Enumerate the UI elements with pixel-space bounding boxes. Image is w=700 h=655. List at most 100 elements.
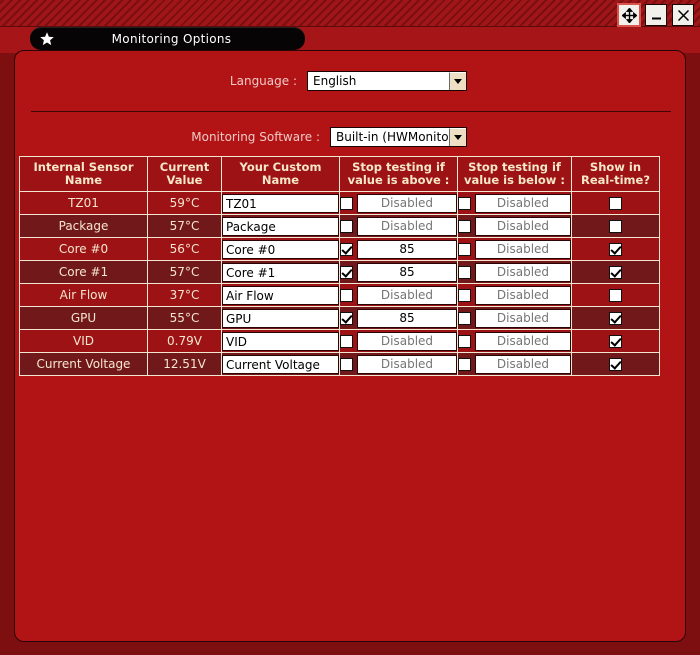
show-realtime-checkbox[interactable] (609, 219, 622, 233)
stop-below-input[interactable] (475, 239, 571, 259)
stop-above-cell (339, 237, 458, 261)
current-value-cell: 57°C (147, 214, 222, 238)
stop-above-cell (339, 283, 458, 307)
col-stop-above: Stop testing if value is above : (339, 156, 458, 192)
stop-below-checkbox[interactable] (458, 242, 471, 256)
stop-below-cell (457, 260, 572, 284)
show-realtime-cell (571, 352, 660, 376)
chevron-down-icon[interactable] (449, 72, 466, 90)
sensor-name-cell: Core #0 (19, 237, 148, 261)
custom-name-cell (221, 260, 340, 284)
show-realtime-cell (571, 306, 660, 330)
stop-above-checkbox[interactable] (340, 242, 353, 256)
stop-above-checkbox[interactable] (340, 219, 353, 233)
custom-name-input[interactable] (222, 332, 339, 352)
monitoring-software-dropdown[interactable]: Built-in (HWMonitor) (330, 127, 467, 147)
stop-below-checkbox[interactable] (458, 334, 471, 348)
move-icon (621, 7, 637, 23)
stop-above-checkbox[interactable] (340, 288, 353, 302)
custom-name-input[interactable] (222, 217, 339, 237)
table-row: VID 0.79V (19, 329, 660, 353)
monitoring-software-value: Built-in (HWMonitor) (336, 130, 449, 144)
stop-above-checkbox[interactable] (340, 334, 353, 348)
custom-name-cell (221, 306, 340, 330)
stop-below-checkbox[interactable] (458, 196, 471, 210)
monitoring-software-row: Monitoring Software : Built-in (HWMonito… (15, 127, 467, 147)
stop-below-cell (457, 329, 572, 353)
show-realtime-checkbox[interactable] (609, 334, 622, 348)
stop-above-checkbox[interactable] (340, 311, 353, 325)
stop-above-input[interactable] (357, 216, 457, 236)
show-realtime-checkbox[interactable] (609, 357, 622, 371)
stop-below-input[interactable] (475, 331, 571, 351)
close-button[interactable] (672, 4, 694, 26)
stop-above-input[interactable] (357, 193, 457, 213)
close-icon (676, 8, 691, 23)
stop-below-checkbox[interactable] (458, 265, 471, 279)
show-realtime-checkbox[interactable] (609, 288, 622, 302)
current-value-cell: 56°C (147, 237, 222, 261)
current-value-cell: 57°C (147, 260, 222, 284)
stop-below-cell (457, 214, 572, 238)
monitoring-software-label: Monitoring Software : (191, 130, 320, 144)
stop-below-checkbox[interactable] (458, 357, 471, 371)
move-button[interactable] (617, 3, 641, 27)
stop-below-input[interactable] (475, 216, 571, 236)
custom-name-cell (221, 237, 340, 261)
stop-above-cell (339, 352, 458, 376)
stop-above-cell (339, 260, 458, 284)
show-realtime-cell (571, 191, 660, 215)
minimize-icon (649, 8, 664, 23)
stop-above-input[interactable] (357, 262, 457, 282)
star-icon (34, 31, 60, 47)
stop-below-checkbox[interactable] (458, 311, 471, 325)
minimize-button[interactable] (645, 4, 667, 26)
custom-name-input[interactable] (222, 355, 339, 375)
custom-name-input[interactable] (222, 309, 339, 329)
custom-name-input[interactable] (222, 263, 339, 283)
show-realtime-checkbox[interactable] (609, 311, 622, 325)
stop-above-input[interactable] (357, 308, 457, 328)
table-row: Core #0 56°C (19, 237, 660, 261)
title-bar (0, 0, 700, 27)
custom-name-input[interactable] (222, 240, 339, 260)
custom-name-input[interactable] (222, 286, 339, 306)
sensor-name-cell: Core #1 (19, 260, 148, 284)
col-show-realtime: Show in Real-time? (571, 156, 660, 192)
stop-above-checkbox[interactable] (340, 265, 353, 279)
stop-above-cell (339, 329, 458, 353)
show-realtime-cell (571, 329, 660, 353)
stop-below-checkbox[interactable] (458, 219, 471, 233)
show-realtime-checkbox[interactable] (609, 196, 622, 210)
stop-below-input[interactable] (475, 262, 571, 282)
stop-above-cell (339, 306, 458, 330)
stop-below-input[interactable] (475, 285, 571, 305)
stop-above-input[interactable] (357, 239, 457, 259)
sensor-name-cell: TZ01 (19, 191, 148, 215)
show-realtime-cell (571, 260, 660, 284)
custom-name-input[interactable] (222, 194, 339, 214)
sensor-name-cell: Package (19, 214, 148, 238)
col-your-custom-name: Your Custom Name (221, 156, 340, 192)
application-window: Monitoring Options Language : English Mo… (0, 0, 700, 655)
chevron-down-icon[interactable] (449, 128, 466, 146)
stop-above-input[interactable] (357, 285, 457, 305)
stop-above-checkbox[interactable] (340, 357, 353, 371)
sensor-table: Internal Sensor Name Current Value Your … (19, 156, 660, 376)
stop-below-input[interactable] (475, 193, 571, 213)
stop-below-input[interactable] (475, 354, 571, 374)
language-value: English (313, 74, 357, 88)
stop-above-checkbox[interactable] (340, 196, 353, 210)
show-realtime-checkbox[interactable] (609, 242, 622, 256)
stop-above-input[interactable] (357, 354, 457, 374)
stop-above-cell (339, 191, 458, 215)
stop-above-input[interactable] (357, 331, 457, 351)
custom-name-cell (221, 329, 340, 353)
language-dropdown[interactable]: English (307, 71, 467, 91)
stop-below-checkbox[interactable] (458, 288, 471, 302)
stop-below-input[interactable] (475, 308, 571, 328)
current-value-cell: 12.51V (147, 352, 222, 376)
tab-monitoring-options[interactable]: Monitoring Options (30, 27, 305, 50)
show-realtime-checkbox[interactable] (609, 265, 622, 279)
stop-above-cell (339, 214, 458, 238)
